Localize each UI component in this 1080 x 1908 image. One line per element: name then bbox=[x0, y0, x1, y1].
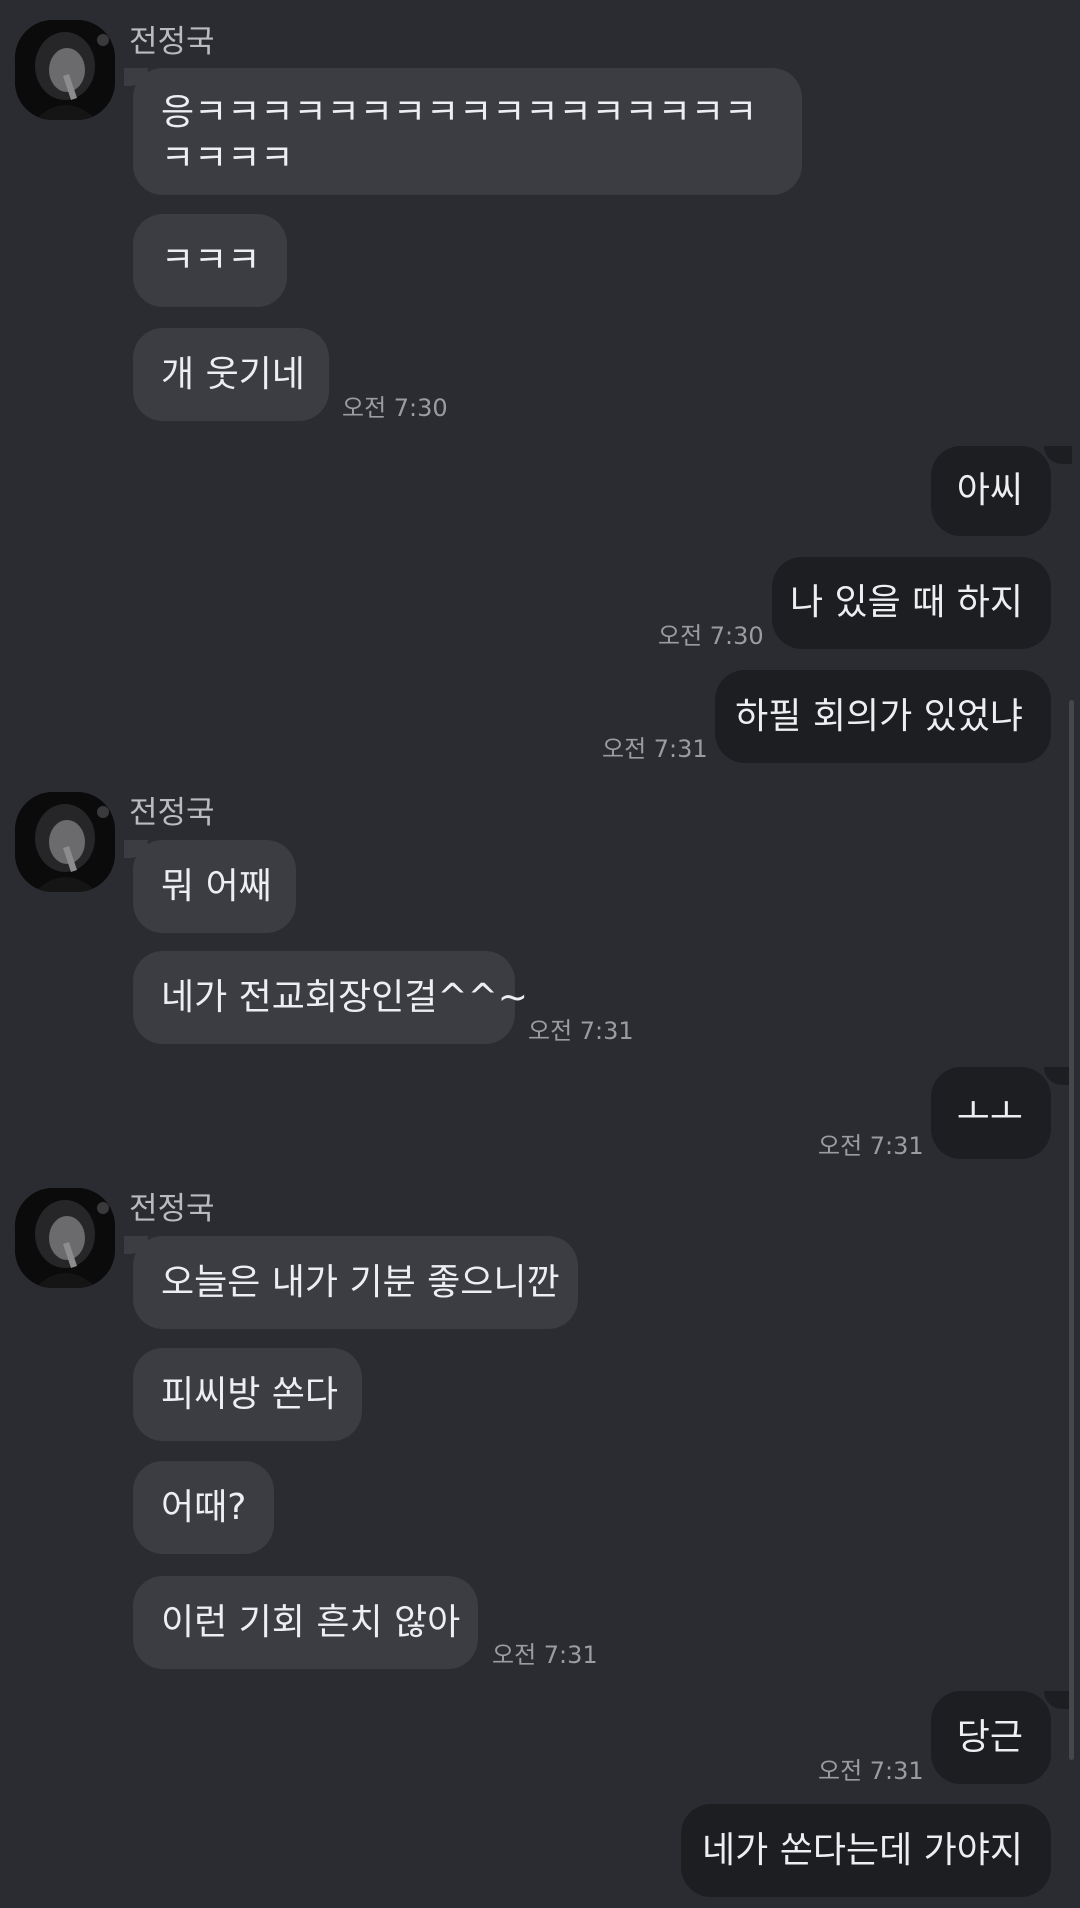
message-bubble-incoming[interactable]: 뭐 어째 bbox=[133, 840, 296, 933]
message-bubble-outgoing[interactable]: 하필 회의가 있었냐 bbox=[715, 670, 1051, 763]
sender-name: 전정국 bbox=[129, 24, 215, 60]
message-bubble-incoming[interactable]: ㅋㅋㅋ bbox=[133, 214, 287, 307]
message-timestamp: 오전 7:31 bbox=[528, 1017, 634, 1045]
message-bubble-incoming[interactable]: 개 웃기네 bbox=[133, 328, 329, 421]
sender-name: 전정국 bbox=[129, 1191, 215, 1227]
message-timestamp: 오전 7:30 bbox=[342, 394, 448, 422]
message-bubble-incoming[interactable]: 피씨방 쏜다 bbox=[133, 1348, 362, 1441]
avatar-photo bbox=[15, 20, 115, 120]
avatar-photo bbox=[15, 1188, 115, 1288]
message-bubble-incoming[interactable]: 네가 전교회장인걸^^~ bbox=[133, 951, 528, 1044]
message-timestamp: 오전 7:30 bbox=[658, 622, 764, 650]
message-bubble-outgoing[interactable]: 나 있을 때 하지 bbox=[772, 557, 1051, 649]
contact-avatar[interactable] bbox=[15, 20, 115, 120]
scrollbar[interactable] bbox=[1069, 700, 1074, 1760]
sender-name: 전정국 bbox=[129, 795, 215, 831]
message-timestamp: 오전 7:31 bbox=[492, 1641, 598, 1669]
message-bubble-outgoing[interactable]: 당근 bbox=[931, 1691, 1051, 1784]
bubble-tail bbox=[1044, 446, 1072, 464]
message-bubble-incoming[interactable]: 이런 기회 흔치 않아 bbox=[133, 1576, 478, 1669]
message-bubble-outgoing[interactable]: 네가 쏜다는데 가야지 bbox=[681, 1804, 1051, 1897]
message-bubble-incoming[interactable]: 어때? bbox=[133, 1461, 274, 1554]
avatar-photo bbox=[15, 792, 115, 892]
message-bubble-outgoing[interactable]: ㅗㅗ bbox=[931, 1067, 1051, 1159]
bubble-tail bbox=[1044, 1691, 1072, 1709]
message-bubble-incoming[interactable]: 응ㅋㅋㅋㅋㅋㅋㅋㅋㅋㅋㅋㅋㅋㅋㅋㅋㅋㅋㅋㅋㅋ bbox=[133, 68, 802, 195]
message-timestamp: 오전 7:31 bbox=[818, 1757, 924, 1785]
message-timestamp: 오전 7:31 bbox=[818, 1132, 924, 1160]
chat-area[interactable]: 전정국 응ㅋㅋㅋㅋㅋㅋㅋㅋㅋㅋㅋㅋㅋㅋㅋㅋㅋㅋㅋㅋㅋ ㅋㅋㅋ 개 웃기네 오전 … bbox=[0, 0, 1080, 1908]
contact-avatar[interactable] bbox=[15, 1188, 115, 1288]
message-timestamp: 오전 7:31 bbox=[602, 735, 708, 763]
bubble-tail bbox=[1044, 1067, 1072, 1085]
contact-avatar[interactable] bbox=[15, 792, 115, 892]
message-bubble-outgoing[interactable]: 아씨 bbox=[931, 446, 1051, 536]
message-bubble-incoming[interactable]: 오늘은 내가 기분 좋으니깐 bbox=[133, 1236, 578, 1329]
